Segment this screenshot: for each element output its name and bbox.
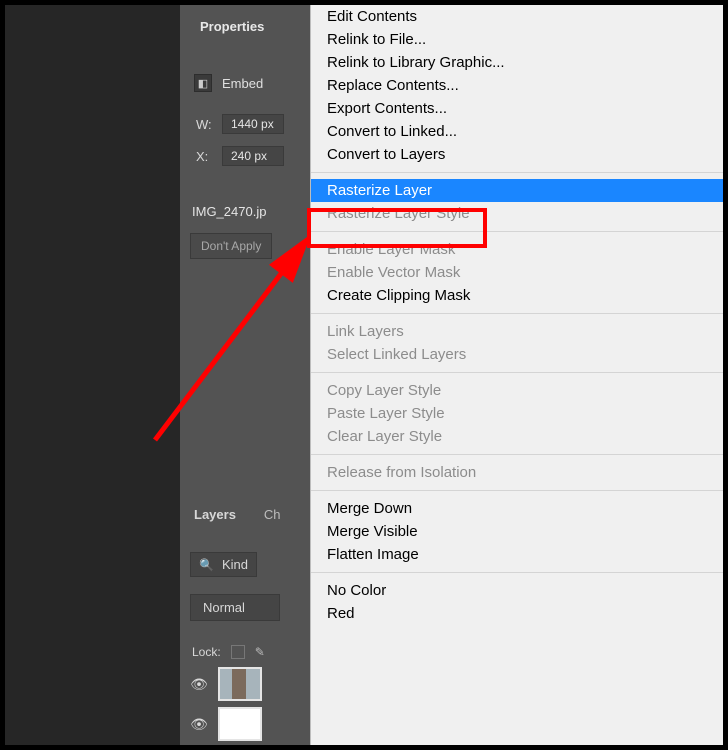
menu-separator bbox=[311, 172, 723, 173]
menu-item-copy-layer-style: Copy Layer Style bbox=[311, 379, 723, 402]
lock-transparency-icon[interactable] bbox=[231, 645, 245, 659]
menu-item-relink-to-file[interactable]: Relink to File... bbox=[311, 28, 723, 51]
source-filename: IMG_2470.jp bbox=[192, 204, 310, 219]
lock-label: Lock: bbox=[192, 645, 221, 659]
smart-object-icon: ◧ bbox=[194, 74, 212, 92]
menu-separator bbox=[311, 313, 723, 314]
dont-apply-button: Don't Apply bbox=[190, 233, 272, 259]
search-icon: 🔍 bbox=[199, 558, 214, 572]
menu-item-enable-vector-mask: Enable Vector Mask bbox=[311, 261, 723, 284]
lock-row: Lock: ✎ bbox=[192, 645, 265, 659]
menu-item-edit-contents[interactable]: Edit Contents bbox=[311, 5, 723, 28]
menu-item-create-clipping-mask[interactable]: Create Clipping Mask bbox=[311, 284, 723, 307]
panel-tabs: Layers Ch bbox=[180, 499, 295, 530]
menu-item-merge-visible[interactable]: Merge Visible bbox=[311, 520, 723, 543]
menu-item-enable-layer-mask: Enable Layer Mask bbox=[311, 238, 723, 261]
width-input[interactable]: 1440 px bbox=[222, 114, 284, 134]
kind-label: Kind bbox=[222, 557, 248, 572]
menu-item-no-color[interactable]: No Color bbox=[311, 579, 723, 602]
menu-item-link-layers: Link Layers bbox=[311, 320, 723, 343]
menu-item-flatten-image[interactable]: Flatten Image bbox=[311, 543, 723, 566]
tab-channels[interactable]: Ch bbox=[250, 499, 295, 530]
layer-row-2[interactable]: 👁 bbox=[190, 707, 262, 741]
panel-title: Properties bbox=[180, 5, 310, 34]
menu-item-rasterize-layer-style: Rasterize Layer Style bbox=[311, 202, 723, 225]
x-row: X: 240 px bbox=[196, 146, 310, 166]
menu-separator bbox=[311, 231, 723, 232]
layer-row-1[interactable]: 👁 bbox=[190, 667, 262, 701]
menu-item-export-contents[interactable]: Export Contents... bbox=[311, 97, 723, 120]
embed-label: Embed bbox=[222, 76, 263, 91]
canvas-area bbox=[5, 5, 180, 745]
layer-thumbnail[interactable] bbox=[218, 667, 262, 701]
filter-kind[interactable]: 🔍 Kind bbox=[190, 552, 257, 577]
menu-item-merge-down[interactable]: Merge Down bbox=[311, 497, 723, 520]
menu-item-select-linked-layers: Select Linked Layers bbox=[311, 343, 723, 366]
menu-separator bbox=[311, 490, 723, 491]
tab-layers[interactable]: Layers bbox=[180, 499, 250, 530]
menu-item-relink-to-library-graphic[interactable]: Relink to Library Graphic... bbox=[311, 51, 723, 74]
menu-item-replace-contents[interactable]: Replace Contents... bbox=[311, 74, 723, 97]
width-row: W: 1440 px bbox=[196, 114, 310, 134]
properties-panel: Properties ◧ Embed W: 1440 px X: 240 px … bbox=[180, 5, 310, 745]
menu-item-convert-to-linked[interactable]: Convert to Linked... bbox=[311, 120, 723, 143]
menu-separator bbox=[311, 572, 723, 573]
menu-item-release-from-isolation: Release from Isolation bbox=[311, 461, 723, 484]
layer-thumbnail[interactable] bbox=[218, 707, 262, 741]
menu-item-clear-layer-style: Clear Layer Style bbox=[311, 425, 723, 448]
layer-context-menu: Edit ContentsRelink to File...Relink to … bbox=[310, 5, 723, 745]
embed-row[interactable]: ◧ Embed bbox=[194, 74, 310, 92]
lock-brush-icon[interactable]: ✎ bbox=[255, 645, 265, 659]
app-frame: Properties ◧ Embed W: 1440 px X: 240 px … bbox=[5, 5, 723, 745]
menu-item-convert-to-layers[interactable]: Convert to Layers bbox=[311, 143, 723, 166]
menu-separator bbox=[311, 454, 723, 455]
blend-mode-select[interactable]: Normal bbox=[190, 594, 280, 621]
menu-item-rasterize-layer[interactable]: Rasterize Layer bbox=[311, 179, 723, 202]
menu-item-paste-layer-style: Paste Layer Style bbox=[311, 402, 723, 425]
visibility-icon[interactable]: 👁 bbox=[190, 716, 208, 733]
x-input[interactable]: 240 px bbox=[222, 146, 284, 166]
menu-item-red[interactable]: Red bbox=[311, 602, 723, 625]
visibility-icon[interactable]: 👁 bbox=[190, 676, 208, 693]
x-label: X: bbox=[196, 149, 214, 164]
w-label: W: bbox=[196, 117, 214, 132]
menu-separator bbox=[311, 372, 723, 373]
